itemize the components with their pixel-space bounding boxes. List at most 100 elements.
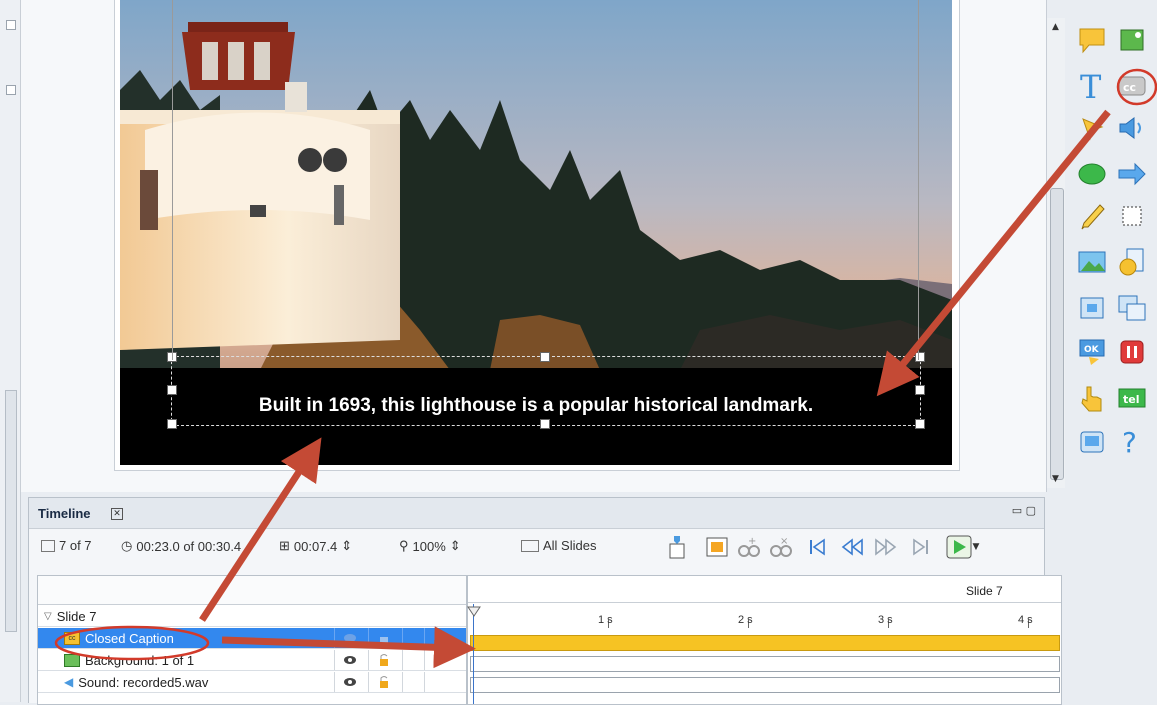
timeline-panel: Timeline ✕ ▭ ▢ 7 of 7 ◷ 00:23.0 of 00:30… — [28, 497, 1062, 705]
timeline-title: Timeline — [38, 506, 91, 521]
insert-layer-icon[interactable] — [662, 532, 692, 562]
guide-line — [918, 0, 919, 360]
selection-box-icon[interactable] — [1114, 198, 1150, 234]
svg-text:tel: tel — [1123, 393, 1140, 406]
fast-forward-icon[interactable] — [870, 532, 900, 562]
film-reel-icon[interactable] — [1114, 244, 1150, 280]
play-dropdown-button[interactable]: ▼ — [940, 532, 984, 562]
pencil-icon[interactable] — [1074, 198, 1110, 234]
stepper-icon[interactable]: ⇕ — [450, 538, 461, 554]
magnifier-icon: ⚲ — [399, 538, 409, 553]
caption-selection-box[interactable] — [171, 356, 921, 426]
sound-track-bar[interactable] — [470, 677, 1060, 693]
playhead-handle-icon[interactable] — [466, 606, 482, 618]
zoom-dest-icon[interactable] — [1114, 290, 1150, 326]
slide-background-image[interactable] — [120, 0, 952, 370]
all-slides-icon — [521, 539, 539, 552]
zoom-text: 100% — [412, 538, 446, 554]
svg-text:+: + — [748, 536, 756, 547]
collapse-handle[interactable] — [6, 20, 16, 30]
scroll-up-icon[interactable]: ▲ — [1052, 22, 1059, 32]
background-image-icon — [64, 653, 80, 667]
go-to-end-icon[interactable] — [906, 532, 936, 562]
link-remove-icon[interactable]: × — [766, 532, 796, 562]
resize-handle[interactable] — [540, 352, 550, 362]
resize-handle[interactable] — [915, 385, 925, 395]
stage-vertical-scrollbar[interactable]: ▲ ▼ — [1046, 18, 1065, 488]
zoom-control[interactable]: ⚲ 100% ⇕ — [399, 538, 461, 554]
visibility-eye-icon[interactable] — [342, 674, 358, 690]
stop-icon[interactable] — [1114, 334, 1150, 370]
scroll-thumb[interactable] — [1050, 188, 1064, 480]
zoom-area-icon[interactable] — [1074, 290, 1110, 326]
layer-row-background[interactable]: Background: 1 of 1 — [38, 650, 466, 671]
visibility-eye-icon[interactable] — [342, 652, 358, 668]
pointer-star-icon[interactable] — [1074, 110, 1110, 146]
resize-handle[interactable] — [540, 419, 550, 429]
svg-text:cc: cc — [1123, 81, 1136, 94]
layer-name: ◀︎ Sound: recorded5.wav — [64, 674, 209, 690]
closed-caption-track-bar[interactable] — [470, 635, 1060, 651]
go-to-start-icon[interactable] — [802, 532, 832, 562]
screen-icon[interactable] — [1074, 424, 1110, 460]
visibility-eye-icon[interactable] — [342, 630, 358, 646]
text-icon[interactable]: T — [1074, 68, 1110, 104]
svg-text:?: ? — [1122, 427, 1137, 457]
resize-handle[interactable] — [915, 419, 925, 429]
text-entry-icon[interactable]: tel — [1114, 380, 1150, 416]
image-edit-icon[interactable] — [1114, 22, 1150, 58]
expand-handle[interactable] — [6, 85, 16, 95]
stepper-icon[interactable]: ⇕ — [341, 538, 352, 554]
current-time-text: 00:23.0 of 00:30.4 — [136, 538, 242, 554]
all-slides-toggle[interactable]: All Slides — [521, 538, 596, 553]
layer-name: Background: 1 of 1 — [38, 653, 194, 668]
layer-row-sound[interactable]: ◀︎ Sound: recorded5.wav — [38, 672, 466, 693]
expand-triangle-icon[interactable]: ▽ — [44, 611, 52, 622]
guide-line — [172, 0, 173, 360]
background-track-bar[interactable] — [470, 656, 1060, 672]
left-scrollbar[interactable] — [5, 390, 17, 632]
chevron-down-icon[interactable]: ▼ — [973, 542, 980, 552]
scroll-down-icon[interactable]: ▼ — [1052, 474, 1059, 484]
clock-icon: ◷ — [121, 538, 133, 553]
lighthouse-photo — [120, 0, 952, 370]
timeline-header: Timeline ✕ ▭ ▢ — [29, 498, 1044, 529]
playhead[interactable] — [473, 604, 474, 704]
closed-caption-icon: cc — [64, 631, 80, 645]
button-ok-icon[interactable]: OK — [1074, 334, 1110, 370]
current-time: ◷ 00:23.0 of 00:30.4 — [121, 538, 241, 554]
arrow-icon[interactable] — [1114, 156, 1150, 192]
svg-text:×: × — [780, 536, 788, 547]
closed-caption-icon[interactable]: cc — [1114, 68, 1150, 104]
click-hand-icon[interactable] — [1074, 380, 1110, 416]
help-icon[interactable]: ? — [1114, 424, 1150, 460]
speech-bubble-icon[interactable] — [1074, 22, 1110, 58]
highlight-shape-icon[interactable] — [1074, 156, 1110, 192]
tick-label: 1 s — [598, 614, 613, 626]
lock-icon[interactable] — [376, 674, 392, 690]
left-panel-strip — [0, 0, 21, 702]
layers-list: ▽ Slide 7 cc Closed Caption Background: … — [37, 575, 467, 705]
timeline-tracks[interactable]: Slide 7 1 s 2 s 3 s 4 s — [467, 575, 1062, 705]
lock-icon[interactable] — [376, 652, 392, 668]
duration-text: 00:07.4 — [293, 538, 338, 554]
close-icon[interactable]: ✕ — [111, 508, 123, 520]
layer-name: ▽ Slide 7 — [44, 608, 97, 624]
duration-stepper[interactable]: ⊞ 00:07.4 ⇕ — [279, 538, 352, 554]
speaker-icon[interactable] — [1114, 110, 1150, 146]
tick-label: 2 s — [738, 614, 753, 626]
rewind-icon[interactable] — [838, 532, 868, 562]
image-icon[interactable] — [1074, 244, 1110, 280]
layer-row-closed-caption[interactable]: cc Closed Caption — [38, 628, 466, 649]
resize-handle[interactable] — [167, 419, 177, 429]
lock-icon[interactable] — [376, 630, 392, 646]
resize-handle[interactable] — [167, 385, 177, 395]
slide-counter: 7 of 7 — [41, 538, 92, 553]
resize-handle[interactable] — [915, 352, 925, 362]
all-slides-label: All Slides — [543, 538, 597, 553]
group-layers-icon[interactable] — [702, 532, 732, 562]
layer-row-slide[interactable]: ▽ Slide 7 — [38, 606, 466, 627]
link-add-icon[interactable]: + — [734, 532, 764, 562]
tick-label: 3 s — [878, 614, 893, 626]
panel-window-controls[interactable]: ▭ ▢ — [1012, 504, 1036, 517]
